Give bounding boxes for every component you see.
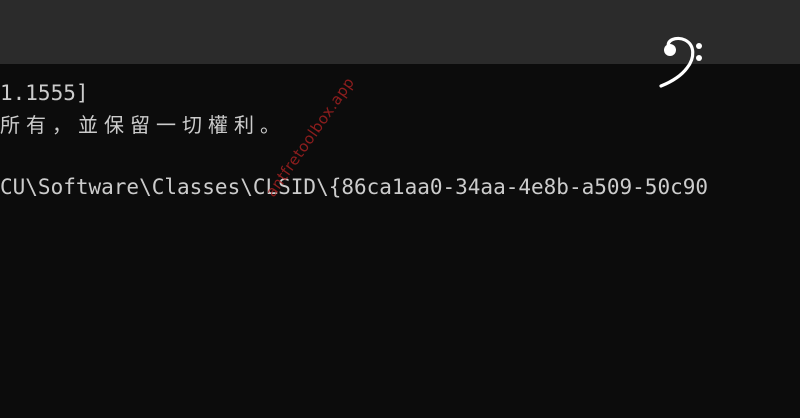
terminal-line-command: CU\Software\Classes\CLSID\{86ca1aa0-34aa… bbox=[0, 175, 709, 199]
terminal-output[interactable]: 1.1555] 所有，並保留一切權利。 CU\Software\Classes\… bbox=[0, 64, 800, 418]
terminal-line-version: 1.1555] bbox=[0, 81, 89, 105]
terminal-line-copyright: 所有，並保留一切權利。 bbox=[0, 113, 286, 137]
bass-clef-icon bbox=[659, 36, 702, 88]
